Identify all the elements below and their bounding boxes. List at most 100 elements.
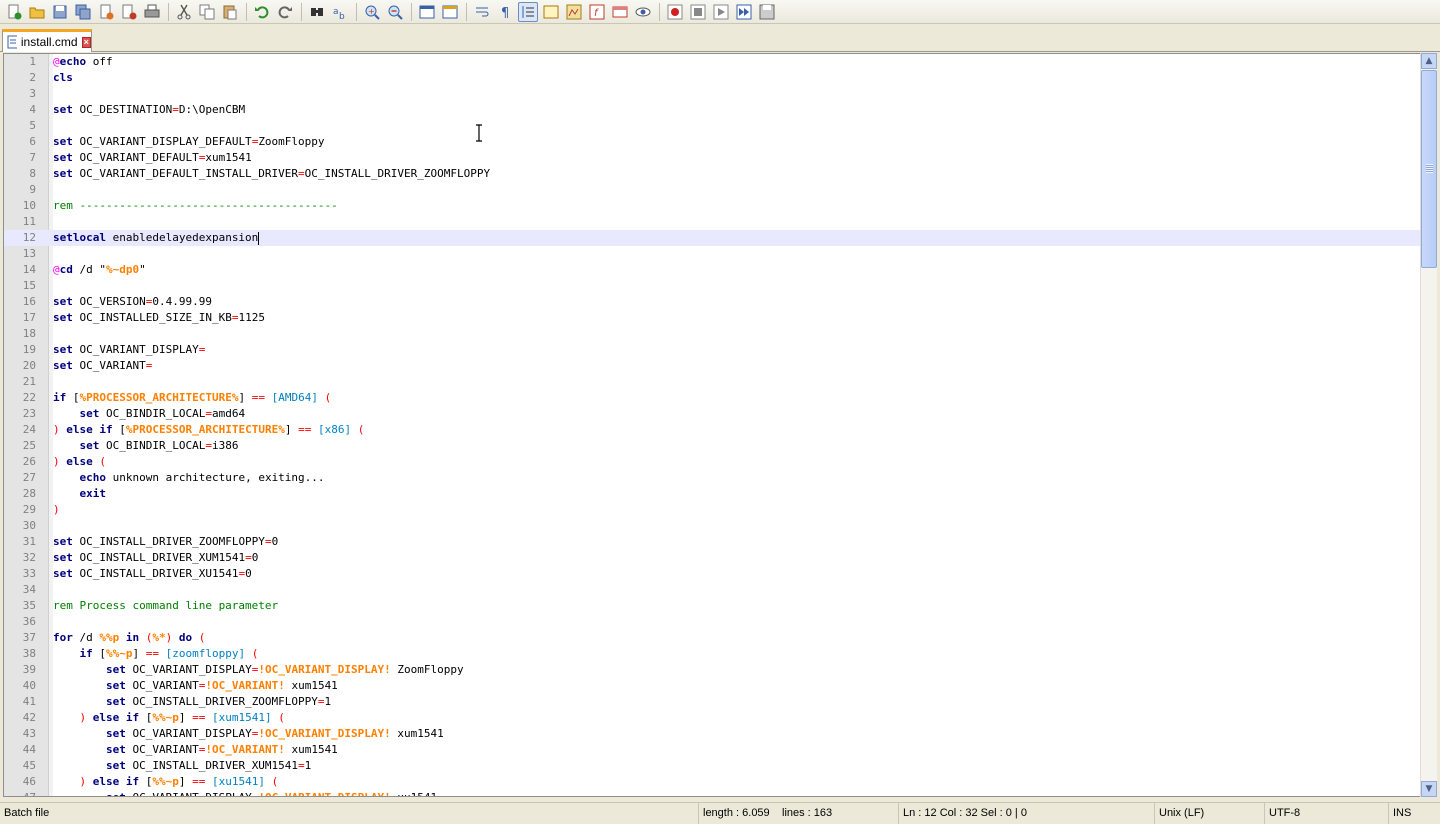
code-line[interactable]: 46 ) else if [%%~p] == [xu1541] ( [4, 774, 1420, 790]
code-line[interactable]: 8 set OC_VARIANT_DEFAULT_INSTALL_DRIVER=O… [4, 166, 1420, 182]
code-line[interactable]: 36 [4, 614, 1420, 630]
scroll-down-arrow-icon[interactable]: ▼ [1421, 781, 1437, 797]
macro-play-multiple-icon[interactable] [734, 2, 754, 22]
cut-icon[interactable] [174, 2, 194, 22]
function-list-icon[interactable]: f [587, 2, 607, 22]
undo-icon[interactable] [252, 2, 272, 22]
folder-as-workspace-icon[interactable] [610, 2, 630, 22]
paste-icon[interactable] [220, 2, 240, 22]
code-line[interactable]: 30 [4, 518, 1420, 534]
code-line[interactable]: 9 [4, 182, 1420, 198]
word-wrap-icon[interactable] [472, 2, 492, 22]
code-line[interactable]: 44 set OC_VARIANT=!OC_VARIANT! xum1541 [4, 742, 1420, 758]
sync-vertical-icon[interactable] [417, 2, 437, 22]
scroll-up-arrow-icon[interactable]: ▲ [1421, 53, 1437, 69]
code-line[interactable]: 17 set OC_INSTALLED_SIZE_IN_KB=1125 [4, 310, 1420, 326]
code-line[interactable]: 28 exit [4, 486, 1420, 502]
code-line[interactable]: 1 @echo off [4, 54, 1420, 70]
user-defined-language-icon[interactable] [541, 2, 561, 22]
code-line[interactable]: 32 set OC_INSTALL_DRIVER_XUM1541=0 [4, 550, 1420, 566]
line-number: 2 [29, 71, 36, 84]
code-line[interactable]: 2 cls [4, 70, 1420, 86]
code-line[interactable]: 40 set OC_VARIANT=!OC_VARIANT! xum1541 [4, 678, 1420, 694]
code-line[interactable]: 38 if [%%~p] == [zoomfloppy] ( [4, 646, 1420, 662]
code-line[interactable]: 10 rem ----------------------------------… [4, 198, 1420, 214]
replace-icon[interactable]: ab [330, 2, 350, 22]
code-line[interactable]: 26) else ( [4, 454, 1420, 470]
status-bar: Batch file length : 6.059 lines : 163 Ln… [0, 802, 1440, 824]
line-number: 36 [22, 615, 36, 628]
code-line[interactable]: 3 [4, 86, 1420, 102]
close-all-icon[interactable] [119, 2, 139, 22]
code-line[interactable]: 22 if [%PROCESSOR_ARCHITECTURE%] == [AMD6… [4, 390, 1420, 406]
code-line[interactable]: 27 echo unknown architecture, exiting... [4, 470, 1420, 486]
line-number: 31 [22, 535, 36, 548]
code-line[interactable]: 6 set OC_VARIANT_DISPLAY_DEFAULT=ZoomFlop… [4, 134, 1420, 150]
code-line[interactable]: 45 set OC_INSTALL_DRIVER_XUM1541=1 [4, 758, 1420, 774]
line-text: @cd /d "%~dp0" [53, 263, 146, 276]
document-map-icon[interactable] [564, 2, 584, 22]
code-line[interactable]: 31 set OC_INSTALL_DRIVER_ZOOMFLOPPY=0 [4, 534, 1420, 550]
save-icon[interactable] [50, 2, 70, 22]
zoom-in-icon[interactable]: + [362, 2, 382, 22]
code-line[interactable]: 39 set OC_VARIANT_DISPLAY=!OC_VARIANT_DI… [4, 662, 1420, 678]
vertical-scrollbar[interactable]: ▲ ▼ [1420, 53, 1437, 797]
code-line[interactable]: 43 set OC_VARIANT_DISPLAY=!OC_VARIANT_DI… [4, 726, 1420, 742]
code-line[interactable]: 19 set OC_VARIANT_DISPLAY= [4, 342, 1420, 358]
code-line[interactable]: 14 @cd /d "%~dp0" [4, 262, 1420, 278]
line-number: 46 [22, 775, 36, 788]
code-line[interactable]: 12 setlocal enabledelayedexpansion [4, 230, 1420, 246]
code-line[interactable]: 23 set OC_BINDIR_LOCAL=amd64 [4, 406, 1420, 422]
code-line[interactable]: 4 set OC_DESTINATION=D:\OpenCBM [4, 102, 1420, 118]
code-area[interactable]: 1 @echo off 2 cls 3 4 set OC_DESTINATION=D:\Op… [4, 54, 1420, 796]
code-line[interactable]: 21 [4, 374, 1420, 390]
code-line[interactable]: 15 [4, 278, 1420, 294]
code-line[interactable]: 29) [4, 502, 1420, 518]
code-line[interactable]: 7 set OC_VARIANT_DEFAULT=xum1541 [4, 150, 1420, 166]
open-file-icon[interactable] [27, 2, 47, 22]
line-number: 38 [22, 647, 36, 660]
toolbar-separator [659, 2, 660, 21]
new-file-icon[interactable] [4, 2, 24, 22]
line-number: 7 [29, 151, 36, 164]
toolbar-separator [356, 2, 357, 21]
scroll-thumb[interactable] [1421, 70, 1437, 268]
find-icon[interactable] [307, 2, 327, 22]
tab-close-icon[interactable]: × [81, 36, 91, 48]
code-line[interactable]: 34 [4, 582, 1420, 598]
redo-icon[interactable] [275, 2, 295, 22]
indent-guide-icon[interactable] [518, 1, 538, 22]
code-line[interactable]: 47 set OC_VARIANT_DISPLAY=!OC_VARIANT_DI… [4, 790, 1420, 796]
sync-horizontal-icon[interactable] [440, 2, 460, 22]
zoom-out-icon[interactable] [385, 2, 405, 22]
line-number: 33 [22, 567, 36, 580]
code-line[interactable]: 37 for /d %%p in (%*) do ( [4, 630, 1420, 646]
macro-save-icon[interactable] [757, 2, 777, 22]
code-line[interactable]: 25 set OC_BINDIR_LOCAL=i386 [4, 438, 1420, 454]
copy-icon[interactable] [197, 2, 217, 22]
code-line[interactable]: 16 set OC_VERSION=0.4.99.99 [4, 294, 1420, 310]
line-number: 19 [22, 343, 36, 356]
code-line[interactable]: 11 [4, 214, 1420, 230]
code-line[interactable]: 20 set OC_VARIANT= [4, 358, 1420, 374]
macro-record-icon[interactable] [665, 2, 685, 22]
monitoring-eye-icon[interactable] [633, 2, 653, 22]
line-text: set OC_VERSION=0.4.99.99 [53, 295, 212, 308]
code-line[interactable]: 42 ) else if [%%~p] == [xum1541] ( [4, 710, 1420, 726]
code-line[interactable]: 18 [4, 326, 1420, 342]
print-icon[interactable] [142, 2, 162, 22]
line-number: 35 [22, 599, 36, 612]
macro-play-icon[interactable] [711, 2, 731, 22]
editor[interactable]: 1 @echo off 2 cls 3 4 set OC_DESTINATION=D:\Op… [3, 53, 1421, 797]
show-all-chars-icon[interactable]: ¶ [495, 2, 515, 22]
code-line[interactable]: 5 [4, 118, 1420, 134]
code-line[interactable]: 41 set OC_INSTALL_DRIVER_ZOOMFLOPPY=1 [4, 694, 1420, 710]
code-line[interactable]: 33 set OC_INSTALL_DRIVER_XU1541=0 [4, 566, 1420, 582]
code-line[interactable]: 24) else if [%PROCESSOR_ARCHITECTURE%] =… [4, 422, 1420, 438]
macro-stop-icon[interactable] [688, 2, 708, 22]
code-line[interactable]: 13 [4, 246, 1420, 262]
tab-install-cmd[interactable]: install.cmd × [2, 29, 92, 52]
code-line[interactable]: 35 rem Process command line parameter [4, 598, 1420, 614]
close-icon[interactable] [96, 2, 116, 22]
save-all-icon[interactable] [73, 2, 93, 22]
